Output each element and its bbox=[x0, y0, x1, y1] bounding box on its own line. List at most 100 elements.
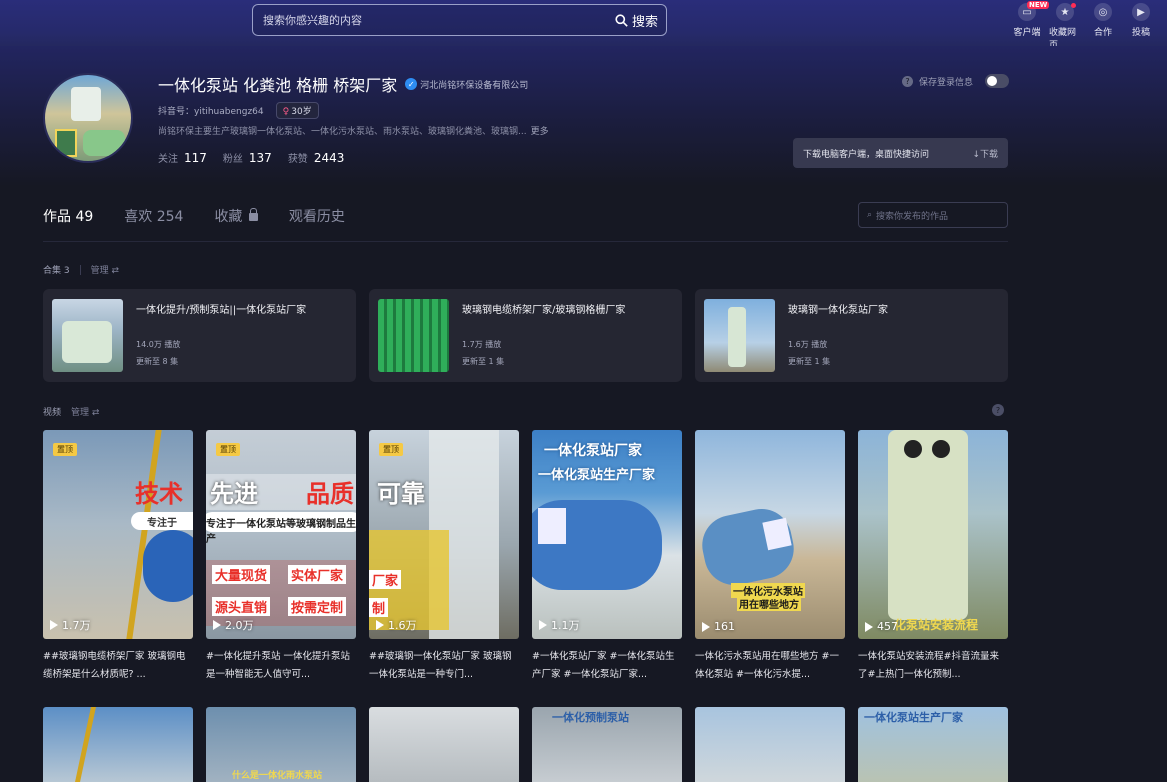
collection-plays: 14.0万 播放 bbox=[136, 340, 181, 349]
video-card[interactable]: 一体化预制泵站 bbox=[532, 707, 682, 782]
video-thumbnail: 一体化污水泵站 用在哪些地方 161 bbox=[695, 430, 845, 639]
overlay-text: 一体化泵站生产厂家 bbox=[864, 711, 963, 724]
collection-card[interactable]: 玻璃钢一体化泵站厂家 1.6万 播放 更新至 1 集 bbox=[695, 289, 1008, 382]
manage-label: 管理 bbox=[90, 266, 109, 276]
collection-plays: 1.6万 播放 bbox=[788, 340, 828, 349]
overlay-text: 专注于一体化泵站等玻璃钢制品生产 bbox=[206, 519, 356, 545]
profile-bio: 尚铭环保主要生产玻璃钢一体化泵站、一体化污水泵站、雨水泵站、玻璃钢化粪池、玻璃钢… bbox=[158, 124, 549, 137]
client-label: 客户端 bbox=[1013, 28, 1041, 38]
video-card[interactable]: 可靠 厂家 制 置顶 1.6万 ##玻璃钢一体化泵站厂家 玻璃钢一体化泵站是一种… bbox=[369, 430, 519, 684]
stat-value: 137 bbox=[248, 151, 272, 165]
search-icon bbox=[615, 13, 628, 27]
profile-name: 一体化泵站 化粪池 格栅 桥架厂家 bbox=[158, 76, 398, 95]
video-card[interactable] bbox=[43, 707, 193, 782]
top-actions: NEW ▭ 客户端 ★ 收藏网页 ◎ 合作 ▶ 投稿 bbox=[1011, 1, 1157, 51]
video-caption: ##玻璃钢一体化泵站厂家 玻璃钢一体化泵站是一种专门... bbox=[369, 651, 512, 680]
verified-label: 河北尚铭环保设备有限公司 bbox=[420, 80, 529, 91]
pinned-badge: 置顶 bbox=[379, 443, 403, 456]
cooperate-button[interactable]: ◎ 合作 bbox=[1087, 3, 1119, 51]
video-card[interactable] bbox=[369, 707, 519, 782]
play-count-value: 1.1万 bbox=[551, 619, 580, 632]
tab-favorites[interactable]: 收藏 bbox=[214, 206, 258, 226]
upload-button[interactable]: ▶ 投稿 bbox=[1125, 3, 1157, 51]
collection-title: 玻璃钢电缆桥架厂家/玻璃钢格栅厂家 bbox=[462, 305, 626, 316]
work-search-placeholder: 搜索你发布的作品 bbox=[876, 211, 949, 222]
play-count: 2.0万 bbox=[213, 617, 254, 633]
save-login-row: ? 保存登录信息 bbox=[902, 74, 1010, 88]
play-icon bbox=[865, 621, 873, 632]
help-icon[interactable]: ? bbox=[992, 404, 1004, 416]
search-button[interactable]: 搜索 bbox=[615, 11, 658, 30]
collection-thumbnail bbox=[704, 299, 775, 372]
search-bar[interactable]: 搜索你感兴趣的内容 搜索 bbox=[252, 4, 667, 36]
download-button[interactable]: ↓下载 bbox=[972, 147, 998, 160]
play-count: 1.1万 bbox=[539, 617, 580, 633]
help-icon[interactable]: ? bbox=[902, 75, 913, 87]
video-thumbnail: 可靠 厂家 制 置顶 1.6万 bbox=[369, 430, 519, 639]
lock-icon bbox=[248, 208, 258, 221]
search-button-label: 搜索 bbox=[631, 14, 658, 30]
overlay-text: 化泵站安装流程 bbox=[894, 618, 979, 632]
play-count: 161 bbox=[702, 620, 735, 633]
stat-followers[interactable]: 粉丝 137 bbox=[223, 150, 272, 165]
overlay-text: 先进 bbox=[210, 480, 258, 508]
stat-likes: 获赞 2443 bbox=[288, 150, 345, 165]
cooperate-label: 合作 bbox=[1093, 28, 1112, 38]
videos-header: 视频 管理 ⇄ bbox=[43, 405, 99, 418]
stat-label: 粉丝 bbox=[222, 154, 243, 165]
play-icon bbox=[702, 621, 710, 632]
collections-manage-button[interactable]: 管理 ⇄ bbox=[91, 263, 119, 276]
video-card[interactable]: 先进 品质 专注于一体化泵站等玻璃钢制品生产 大量现货 实体厂家 源头直销 按需… bbox=[206, 430, 356, 684]
video-thumbnail: 一体化泵站厂家 一体化泵站生产厂家 1.1万 bbox=[532, 430, 682, 639]
manage-label: 管理 bbox=[71, 408, 90, 418]
tab-works[interactable]: 作品 49 bbox=[43, 206, 93, 226]
profile-tabs: 作品 49 喜欢 254 收藏 观看历史 bbox=[43, 206, 345, 226]
video-card[interactable]: 技术 专注于 置顶 1.7万 ##玻璃钢电缆桥架厂家 玻璃钢电缆桥架是什么材质呢… bbox=[43, 430, 193, 684]
play-count-value: 2.0万 bbox=[225, 619, 254, 632]
bookmark-button[interactable]: ★ 收藏网页 bbox=[1049, 3, 1081, 51]
bio-more-link[interactable]: 更多 bbox=[531, 127, 549, 137]
overlay-text: 一体化泵站生产厂家 bbox=[538, 468, 656, 483]
stat-following[interactable]: 关注 117 bbox=[158, 150, 207, 165]
play-count: 1.7万 bbox=[50, 617, 91, 633]
save-login-label: 保存登录信息 bbox=[919, 77, 974, 88]
video-card[interactable]: 一体化污水泵站 用在哪些地方 161 一体化污水泵站用在哪些地方 #一体化泵站 … bbox=[695, 430, 845, 684]
video-card[interactable]: 一体化泵站生产厂家 bbox=[858, 707, 1008, 782]
collection-thumbnail bbox=[378, 299, 449, 372]
pinned-badge: 置顶 bbox=[53, 443, 77, 456]
stat-label: 关注 bbox=[158, 154, 178, 165]
video-card[interactable]: 化泵站安装流程 457 一体化泵站安装流程#抖音流量来了#上热门一体化预制... bbox=[858, 430, 1008, 684]
search-icon: ⌕ bbox=[867, 210, 873, 220]
overlay-text: 按需定制 bbox=[288, 597, 347, 616]
douyin-id-row: 抖音号：yitihuabengz64 ♀ 30岁 bbox=[158, 102, 319, 119]
avatar[interactable] bbox=[43, 73, 133, 163]
new-badge: NEW bbox=[1027, 1, 1050, 9]
client-button[interactable]: NEW ▭ 客户端 bbox=[1011, 1, 1050, 51]
video-card[interactable] bbox=[695, 707, 845, 782]
overlay-text: 技术 bbox=[135, 480, 183, 508]
play-icon bbox=[213, 620, 221, 630]
videos-manage-button[interactable]: 管理 ⇄ bbox=[71, 405, 99, 418]
bio-text: 尚铭环保主要生产玻璃钢一体化泵站、一体化污水泵站、雨水泵站、玻璃钢化粪池、玻璃钢… bbox=[158, 127, 527, 137]
collection-thumbnail bbox=[52, 299, 123, 372]
overlay-text: 品质 bbox=[306, 480, 354, 508]
tab-favorites-label: 收藏 bbox=[214, 209, 243, 225]
collections-header: 合集 3 管理 ⇄ bbox=[43, 263, 119, 276]
play-icon bbox=[50, 620, 58, 630]
stat-label: 获赞 bbox=[287, 154, 308, 165]
search-input[interactable]: 搜索你感兴趣的内容 bbox=[263, 12, 615, 28]
video-thumbnail: 技术 专注于 置顶 1.7万 bbox=[43, 430, 193, 639]
tab-history[interactable]: 观看历史 bbox=[289, 206, 345, 226]
save-login-toggle[interactable] bbox=[985, 74, 1010, 88]
separator bbox=[79, 264, 81, 275]
overlay-text: 实体厂家 bbox=[288, 565, 347, 584]
work-search-input[interactable]: ⌕ 搜索你发布的作品 bbox=[858, 202, 1008, 228]
verified-badge: ✓ 河北尚铭环保设备有限公司 bbox=[405, 78, 528, 91]
overlay-text: 一体化预制泵站 bbox=[552, 711, 629, 724]
collection-card[interactable]: 玻璃钢电缆桥架厂家/玻璃钢格栅厂家 1.7万 播放 更新至 1 集 bbox=[369, 289, 682, 382]
upload-label: 投稿 bbox=[1131, 28, 1150, 38]
video-card[interactable]: 什么是一体化雨水泵站 bbox=[206, 707, 356, 782]
tab-likes[interactable]: 喜欢 254 bbox=[124, 206, 183, 226]
collection-card[interactable]: 一体化提升/预制泵站||一体化泵站厂家 14.0万 播放 更新至 8 集 bbox=[43, 289, 356, 382]
video-card[interactable]: 一体化泵站厂家 一体化泵站生产厂家 1.1万 #一体化泵站厂家 #一体化泵站生产… bbox=[532, 430, 682, 684]
